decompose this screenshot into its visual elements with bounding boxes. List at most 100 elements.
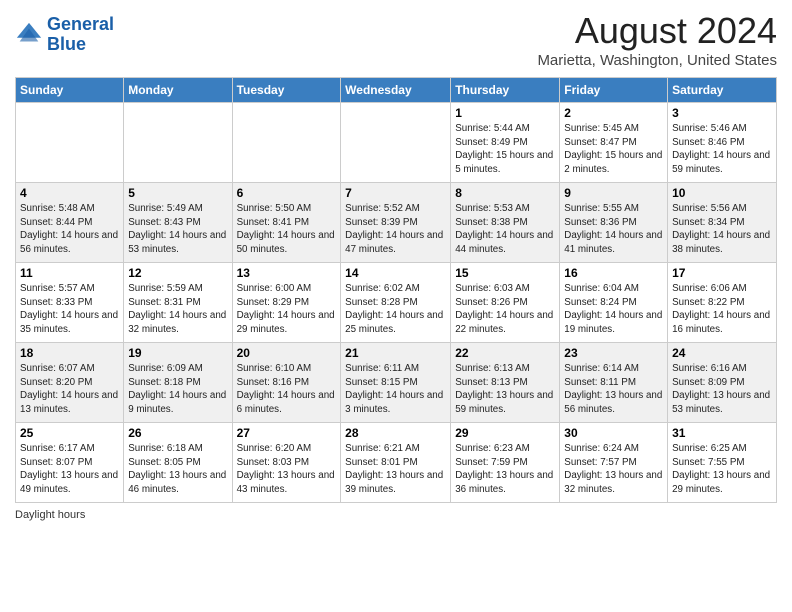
- day-cell: 24Sunrise: 6:16 AM Sunset: 8:09 PM Dayli…: [668, 343, 777, 423]
- col-header-wednesday: Wednesday: [341, 78, 451, 103]
- day-cell: [16, 103, 124, 183]
- day-number: 28: [345, 426, 446, 440]
- day-cell: 4 Sunrise: 5:48 AM Sunset: 8:44 PM Daylig…: [16, 183, 124, 263]
- day-info: Sunrise: 6:11 AM Sunset: 8:15 PM Dayligh…: [345, 362, 446, 417]
- day-cell: 25Sunrise: 6:17 AM Sunset: 8:07 PM Dayli…: [16, 423, 124, 503]
- day-info: Sunrise: 5:53 AM Sunset: 8:38 PM Dayligh…: [455, 202, 555, 257]
- day-info: Sunrise: 6:24 AM Sunset: 7:57 PM Dayligh…: [564, 442, 663, 497]
- col-header-saturday: Saturday: [668, 78, 777, 103]
- day-cell: [232, 103, 341, 183]
- day-number: 3: [672, 106, 772, 120]
- day-number: 15: [455, 266, 555, 280]
- week-row-1: 1Sunrise: 5:44 AM Sunset: 8:49 PM Daylig…: [16, 103, 777, 183]
- day-cell: 5 Sunrise: 5:49 AM Sunset: 8:43 PM Daylig…: [124, 183, 232, 263]
- day-cell: 29 Sunrise: 6:23 AM Sunset: 7:59 PM Dayli…: [451, 423, 560, 503]
- day-info: Sunrise: 6:00 AM Sunset: 8:29 PM Dayligh…: [237, 282, 337, 337]
- logo-line2: Blue: [47, 35, 114, 55]
- day-number: 16: [564, 266, 663, 280]
- logo-icon: [15, 21, 43, 49]
- logo-line1: General: [47, 15, 114, 35]
- day-number: 9: [564, 186, 663, 200]
- col-header-tuesday: Tuesday: [232, 78, 341, 103]
- day-info: Sunrise: 6:10 AM Sunset: 8:16 PM Dayligh…: [237, 362, 337, 417]
- week-row-4: 18Sunrise: 6:07 AM Sunset: 8:20 PM Dayli…: [16, 343, 777, 423]
- day-number: 13: [237, 266, 337, 280]
- day-number: 11: [20, 266, 119, 280]
- day-cell: 11 Sunrise: 5:57 AM Sunset: 8:33 PM Dayli…: [16, 263, 124, 343]
- day-number: 14: [345, 266, 446, 280]
- day-info: Sunrise: 6:20 AM Sunset: 8:03 PM Dayligh…: [237, 442, 337, 497]
- day-cell: 3 Sunrise: 5:46 AM Sunset: 8:46 PM Daylig…: [668, 103, 777, 183]
- calendar-subtitle: Marietta, Washington, United States: [537, 52, 777, 69]
- day-number: 26: [128, 426, 227, 440]
- day-number: 20: [237, 346, 337, 360]
- day-number: 31: [672, 426, 772, 440]
- col-header-friday: Friday: [560, 78, 668, 103]
- day-info: Sunrise: 6:09 AM Sunset: 8:18 PM Dayligh…: [128, 362, 227, 417]
- day-number: 19: [128, 346, 227, 360]
- day-cell: 27 Sunrise: 6:20 AM Sunset: 8:03 PM Dayli…: [232, 423, 341, 503]
- day-number: 4: [20, 186, 119, 200]
- day-info: Sunrise: 5:52 AM Sunset: 8:39 PM Dayligh…: [345, 202, 446, 257]
- week-row-5: 25Sunrise: 6:17 AM Sunset: 8:07 PM Dayli…: [16, 423, 777, 503]
- day-info: Sunrise: 5:56 AM Sunset: 8:34 PM Dayligh…: [672, 202, 772, 257]
- day-number: 23: [564, 346, 663, 360]
- day-number: 2: [564, 106, 663, 120]
- day-cell: 9 Sunrise: 5:55 AM Sunset: 8:36 PM Daylig…: [560, 183, 668, 263]
- day-cell: 15 Sunrise: 6:03 AM Sunset: 8:26 PM Dayli…: [451, 263, 560, 343]
- col-header-sunday: Sunday: [16, 78, 124, 103]
- day-cell: 26 Sunrise: 6:18 AM Sunset: 8:05 PM Dayli…: [124, 423, 232, 503]
- week-row-3: 11 Sunrise: 5:57 AM Sunset: 8:33 PM Dayli…: [16, 263, 777, 343]
- logo: General Blue: [15, 15, 114, 55]
- day-info: Sunrise: 6:16 AM Sunset: 8:09 PM Dayligh…: [672, 362, 772, 417]
- day-number: 17: [672, 266, 772, 280]
- day-number: 10: [672, 186, 772, 200]
- day-cell: 7Sunrise: 5:52 AM Sunset: 8:39 PM Daylig…: [341, 183, 451, 263]
- day-info: Sunrise: 5:46 AM Sunset: 8:46 PM Dayligh…: [672, 122, 772, 177]
- day-number: 12: [128, 266, 227, 280]
- day-number: 25: [20, 426, 119, 440]
- day-cell: 31 Sunrise: 6:25 AM Sunset: 7:55 PM Dayli…: [668, 423, 777, 503]
- day-number: 29: [455, 426, 555, 440]
- day-number: 27: [237, 426, 337, 440]
- day-cell: 17 Sunrise: 6:06 AM Sunset: 8:22 PM Dayli…: [668, 263, 777, 343]
- calendar-table: SundayMondayTuesdayWednesdayThursdayFrid…: [15, 77, 777, 503]
- day-cell: [341, 103, 451, 183]
- day-info: Sunrise: 6:06 AM Sunset: 8:22 PM Dayligh…: [672, 282, 772, 337]
- day-info: Sunrise: 6:23 AM Sunset: 7:59 PM Dayligh…: [455, 442, 555, 497]
- header: General Blue August 2024 Marietta, Washi…: [15, 10, 777, 69]
- day-info: Sunrise: 6:13 AM Sunset: 8:13 PM Dayligh…: [455, 362, 555, 417]
- day-info: Sunrise: 5:48 AM Sunset: 8:44 PM Dayligh…: [20, 202, 119, 257]
- day-info: Sunrise: 6:04 AM Sunset: 8:24 PM Dayligh…: [564, 282, 663, 337]
- calendar-title: August 2024: [537, 10, 777, 52]
- week-row-2: 4 Sunrise: 5:48 AM Sunset: 8:44 PM Daylig…: [16, 183, 777, 263]
- day-number: 6: [237, 186, 337, 200]
- header-row: SundayMondayTuesdayWednesdayThursdayFrid…: [16, 78, 777, 103]
- day-number: 30: [564, 426, 663, 440]
- day-number: 21: [345, 346, 446, 360]
- day-info: Sunrise: 6:21 AM Sunset: 8:01 PM Dayligh…: [345, 442, 446, 497]
- day-cell: 28 Sunrise: 6:21 AM Sunset: 8:01 PM Dayli…: [341, 423, 451, 503]
- day-cell: 20 Sunrise: 6:10 AM Sunset: 8:16 PM Dayli…: [232, 343, 341, 423]
- day-cell: 12Sunrise: 5:59 AM Sunset: 8:31 PM Dayli…: [124, 263, 232, 343]
- day-info: Sunrise: 5:57 AM Sunset: 8:33 PM Dayligh…: [20, 282, 119, 337]
- day-cell: 18Sunrise: 6:07 AM Sunset: 8:20 PM Dayli…: [16, 343, 124, 423]
- day-info: Sunrise: 5:45 AM Sunset: 8:47 PM Dayligh…: [564, 122, 663, 177]
- day-info: Sunrise: 6:03 AM Sunset: 8:26 PM Dayligh…: [455, 282, 555, 337]
- day-cell: 22 Sunrise: 6:13 AM Sunset: 8:13 PM Dayli…: [451, 343, 560, 423]
- day-cell: 8Sunrise: 5:53 AM Sunset: 8:38 PM Daylig…: [451, 183, 560, 263]
- day-info: Sunrise: 6:18 AM Sunset: 8:05 PM Dayligh…: [128, 442, 227, 497]
- day-info: Sunrise: 5:55 AM Sunset: 8:36 PM Dayligh…: [564, 202, 663, 257]
- day-info: Sunrise: 5:49 AM Sunset: 8:43 PM Dayligh…: [128, 202, 227, 257]
- day-cell: 30 Sunrise: 6:24 AM Sunset: 7:57 PM Dayli…: [560, 423, 668, 503]
- day-number: 22: [455, 346, 555, 360]
- title-area: August 2024 Marietta, Washington, United…: [537, 10, 777, 69]
- day-info: Sunrise: 6:25 AM Sunset: 7:55 PM Dayligh…: [672, 442, 772, 497]
- day-number: 1: [455, 106, 555, 120]
- day-cell: 6 Sunrise: 5:50 AM Sunset: 8:41 PM Daylig…: [232, 183, 341, 263]
- day-cell: 14Sunrise: 6:02 AM Sunset: 8:28 PM Dayli…: [341, 263, 451, 343]
- day-number: 5: [128, 186, 227, 200]
- day-cell: 21 Sunrise: 6:11 AM Sunset: 8:15 PM Dayli…: [341, 343, 451, 423]
- day-cell: 13 Sunrise: 6:00 AM Sunset: 8:29 PM Dayli…: [232, 263, 341, 343]
- day-info: Sunrise: 5:50 AM Sunset: 8:41 PM Dayligh…: [237, 202, 337, 257]
